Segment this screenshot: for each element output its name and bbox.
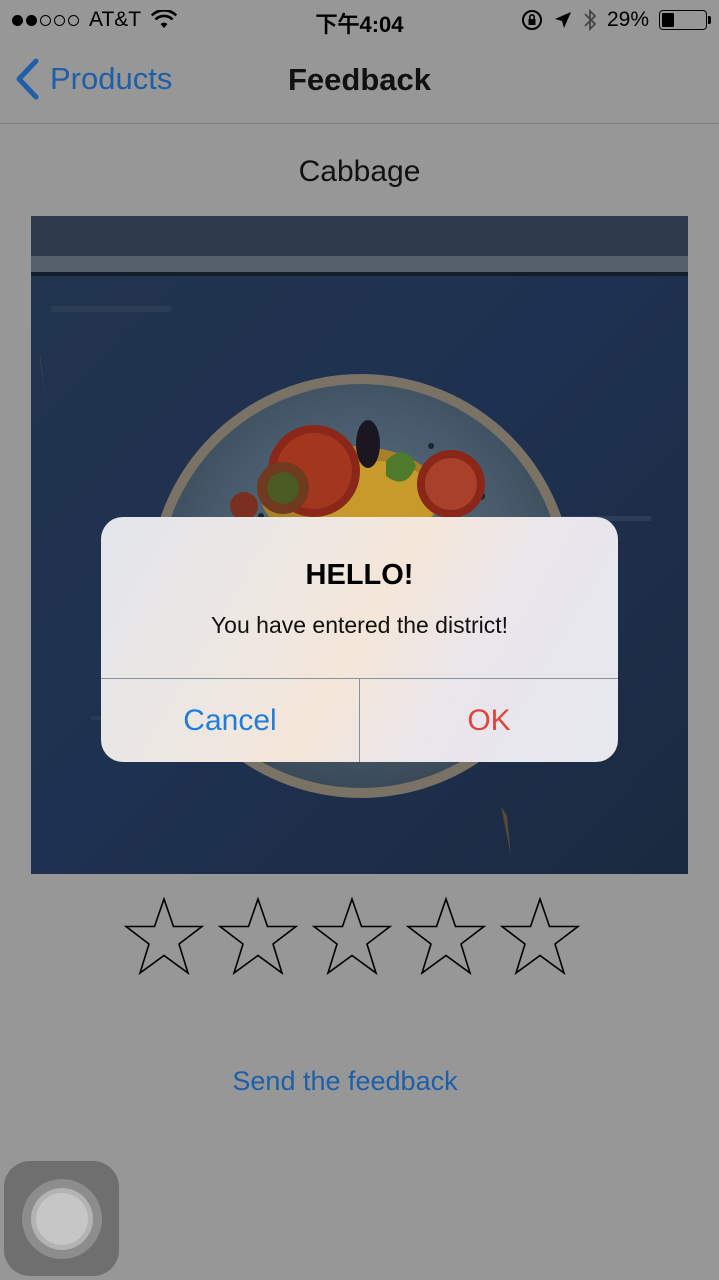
battery-fill xyxy=(662,13,675,27)
status-left: AT&T xyxy=(12,8,178,32)
bluetooth-icon xyxy=(584,8,597,32)
product-name: Cabbage xyxy=(298,155,421,188)
orientation-lock-icon xyxy=(521,10,542,30)
signal-strength-icon xyxy=(12,14,79,26)
battery-percent: 29% xyxy=(606,8,649,31)
carrier-name: AT&T xyxy=(89,8,142,31)
alert-title: HELLO! xyxy=(305,559,414,591)
assistive-touch-button[interactable] xyxy=(4,1161,119,1276)
status-right: 29% xyxy=(521,8,711,32)
back-button[interactable]: Products xyxy=(14,58,172,100)
cancel-button[interactable]: Cancel xyxy=(101,679,359,762)
chevron-left-icon xyxy=(16,58,39,100)
signal-dot xyxy=(12,14,23,26)
signal-dot xyxy=(26,14,37,26)
signal-dot xyxy=(68,14,79,26)
star-icon[interactable] xyxy=(312,896,392,980)
location-arrow-icon xyxy=(554,12,571,28)
signal-dot xyxy=(40,14,51,26)
status-bar: AT&T 下午4:04 29% xyxy=(0,0,719,40)
star-icon[interactable] xyxy=(218,896,298,980)
assistive-touch-ring xyxy=(36,1193,88,1245)
battery-icon xyxy=(659,10,711,30)
send-feedback-button[interactable]: Send the feedback xyxy=(0,1066,690,1097)
signal-dot xyxy=(54,14,65,26)
navigation-bar: Products Feedback xyxy=(0,40,719,124)
wifi-icon xyxy=(151,10,178,28)
star-icon[interactable] xyxy=(124,896,204,980)
back-button-label: Products xyxy=(50,61,173,96)
screen: AT&T 下午4:04 29% Products Feedback Cabbag… xyxy=(0,0,719,1280)
ok-button[interactable]: OK xyxy=(360,679,618,762)
rating-stars xyxy=(124,896,580,980)
alert-message: You have entered the district! xyxy=(210,612,509,638)
star-icon[interactable] xyxy=(500,896,580,980)
star-icon[interactable] xyxy=(406,896,486,980)
alert-dialog: HELLO! You have entered the district! Ca… xyxy=(101,517,618,762)
